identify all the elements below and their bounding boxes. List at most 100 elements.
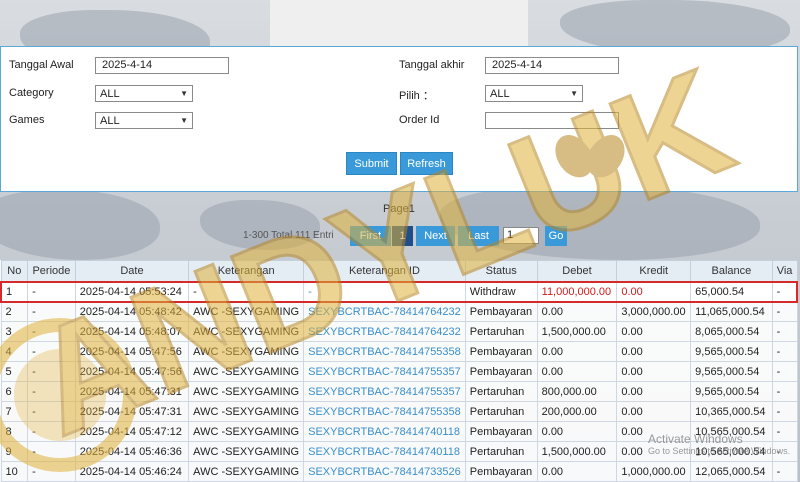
tanggal-akhir-input[interactable]: 2025-4-14 (485, 57, 619, 74)
cell-date: 2025-04-14 05:48:07 (74, 321, 190, 342)
cell-periode: - (27, 441, 76, 462)
cell-debet: 0.00 (536, 461, 618, 482)
refresh-button[interactable]: Refresh (400, 152, 453, 175)
cell-no: 8 (0, 421, 29, 442)
next-page-button[interactable]: Next (416, 226, 455, 246)
pilih-label: Pilih ： (399, 90, 434, 102)
cell-no: 9 (0, 441, 29, 462)
cell-via: - (771, 321, 798, 342)
cell-status: Pembayaran (464, 361, 538, 382)
cell-status: Pembayaran (464, 421, 538, 442)
cell-debet: 800,000.00 (536, 381, 618, 402)
activate-windows-subtitle: Go to Settings to activate Windows. (648, 446, 791, 456)
cell-keterangan: AWC -SEXYGAMING (188, 341, 305, 362)
cell-date: 2025-04-14 05:47:12 (74, 421, 190, 442)
cell-keterangan-id: - (303, 280, 466, 303)
category-select[interactable]: ALL ▼ (95, 85, 193, 102)
cell-via: - (771, 301, 798, 322)
cell-keterangan-id[interactable]: SEXYBCRTBAC-78414755357 (303, 361, 466, 382)
chevron-down-icon: ▼ (180, 89, 188, 98)
column-header[interactable]: No (0, 260, 29, 282)
column-header[interactable]: Periode (27, 260, 76, 282)
first-page-button[interactable]: First (350, 226, 391, 246)
order-id-input[interactable] (485, 112, 619, 129)
cell-balance: 8,065,000.54 (690, 321, 773, 342)
games-select[interactable]: ALL ▼ (95, 112, 193, 129)
cell-keterangan-id[interactable]: SEXYBCRTBAC-78414755358 (303, 341, 466, 362)
cell-keterangan: AWC -SEXYGAMING (188, 441, 305, 462)
cell-debet: 0.00 (536, 341, 618, 362)
order-id-label: Order Id (399, 114, 440, 126)
table-row[interactable]: 10 - 2025-04-14 05:46:24 AWC -SEXYGAMING… (0, 461, 798, 482)
table-row[interactable]: 2 - 2025-04-14 05:48:42 AWC -SEXYGAMING … (0, 301, 798, 322)
table-row[interactable]: 3 - 2025-04-14 05:48:07 AWC -SEXYGAMING … (0, 321, 798, 342)
cell-keterangan: - (188, 280, 305, 303)
cell-date: 2025-04-14 05:47:56 (74, 361, 190, 382)
column-header[interactable]: Date (74, 260, 190, 282)
cell-keterangan-id[interactable]: SEXYBCRTBAC-78414755358 (303, 401, 466, 422)
goto-page-input[interactable]: 1 (503, 227, 539, 244)
column-header[interactable]: Balance (690, 260, 773, 282)
last-page-button[interactable]: Last (458, 226, 499, 246)
cell-no: 3 (0, 321, 29, 342)
filter-panel: Tanggal Awal 2025-4-14 Tanggal akhir 202… (0, 46, 798, 192)
column-header[interactable]: Keterangan ID (303, 260, 466, 282)
column-header[interactable]: Debet (536, 260, 618, 282)
cell-date: 2025-04-14 05:47:31 (74, 381, 190, 402)
cell-debet: 200,000.00 (536, 401, 618, 422)
cell-keterangan-id[interactable]: SEXYBCRTBAC-78414764232 (303, 321, 466, 342)
pager-info: 1-300 Total 111 Entri (243, 230, 334, 241)
category-label: Category (9, 87, 54, 99)
submit-button[interactable]: Submit (346, 152, 397, 175)
table-row[interactable]: 5 - 2025-04-14 05:47:56 AWC -SEXYGAMING … (0, 361, 798, 382)
cell-no: 5 (0, 361, 29, 382)
table-row[interactable]: 7 - 2025-04-14 05:47:31 AWC -SEXYGAMING … (0, 401, 798, 422)
cell-keterangan: AWC -SEXYGAMING (188, 361, 305, 382)
games-label: Games (9, 114, 45, 126)
tanggal-awal-input[interactable]: 2025-4-14 (95, 57, 229, 74)
cell-kredit: 0.00 (616, 361, 692, 382)
cell-periode: - (27, 381, 76, 402)
cell-date: 2025-04-14 05:46:24 (74, 461, 190, 482)
cell-via: - (771, 401, 798, 422)
cell-kredit: 0.00 (616, 280, 692, 303)
cell-keterangan-id[interactable]: SEXYBCRTBAC-78414740118 (303, 421, 466, 442)
cell-kredit: 0.00 (616, 341, 692, 362)
cell-keterangan-id[interactable]: SEXYBCRTBAC-78414755357 (303, 381, 466, 402)
column-header[interactable]: Status (464, 260, 538, 282)
column-header[interactable]: Kredit (616, 260, 692, 282)
pilih-select[interactable]: ALL ▼ (485, 85, 583, 102)
cell-no: 7 (0, 401, 29, 422)
column-header[interactable]: Via (771, 260, 798, 282)
cell-periode: - (27, 401, 76, 422)
cell-keterangan-id[interactable]: SEXYBCRTBAC-78414764232 (303, 301, 466, 322)
go-button[interactable]: Go (545, 226, 567, 246)
cell-status: Pembayaran (464, 461, 538, 482)
cell-periode: - (27, 321, 76, 342)
table-row-highlighted[interactable]: 1 - 2025-04-14 05:53:24 - - Withdraw 11,… (0, 280, 798, 303)
cell-via: - (771, 341, 798, 362)
cell-kredit: 1,000,000.00 (616, 461, 692, 482)
cell-status: Pertaruhan (464, 441, 538, 462)
chevron-down-icon: ▼ (570, 89, 578, 98)
current-page-button[interactable]: 1 (392, 226, 413, 246)
table-header-row: No Periode Date Keterangan Keterangan ID… (0, 260, 798, 282)
cell-keterangan: AWC -SEXYGAMING (188, 381, 305, 402)
cell-kredit: 3,000,000.00 (616, 301, 692, 322)
cell-status: Pembayaran (464, 341, 538, 362)
cell-status: Pertaruhan (464, 401, 538, 422)
table-row[interactable]: 6 - 2025-04-14 05:47:31 AWC -SEXYGAMING … (0, 381, 798, 402)
cell-keterangan-id[interactable]: SEXYBCRTBAC-78414740118 (303, 441, 466, 462)
cell-periode: - (27, 301, 76, 322)
cell-keterangan-id[interactable]: SEXYBCRTBAC-78414733526 (303, 461, 466, 482)
cell-balance: 9,565,000.54 (690, 341, 773, 362)
cell-date: 2025-04-14 05:46:36 (74, 441, 190, 462)
cell-status: Pertaruhan (464, 321, 538, 342)
activate-windows-title: Activate Windows (648, 432, 743, 446)
column-header[interactable]: Keterangan (188, 260, 305, 282)
cell-via: - (771, 381, 798, 402)
table-row[interactable]: 4 - 2025-04-14 05:47:56 AWC -SEXYGAMING … (0, 341, 798, 362)
cell-debet: 0.00 (536, 421, 618, 442)
activate-windows-notice: Activate Windows Go to Settings to activ… (648, 432, 790, 456)
cell-via: - (771, 461, 798, 482)
